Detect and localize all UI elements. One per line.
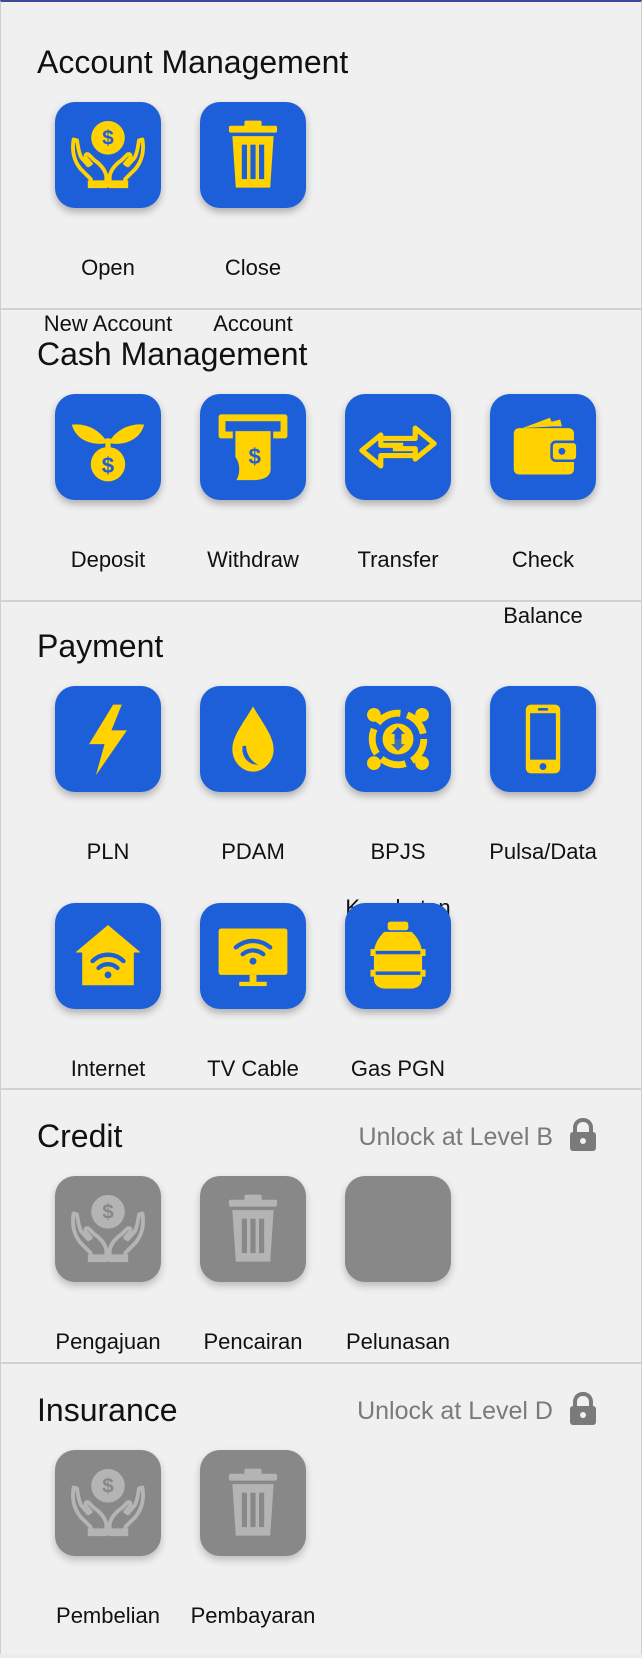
gas-pgn-button[interactable] xyxy=(345,903,451,1009)
section-title: Account Management xyxy=(37,44,349,80)
section-account-management: Account Management $ Open New Account Cl… xyxy=(1,2,641,336)
bpjs-logo-icon xyxy=(367,708,429,770)
section-credit: Credit Unlock at Level B $ Pengajuan Pen… xyxy=(1,1090,641,1362)
home-wifi-icon xyxy=(75,925,141,986)
pembelian-button[interactable]: $ xyxy=(55,1450,161,1556)
pulsa-data-button[interactable] xyxy=(490,686,596,792)
water-drop-icon xyxy=(232,706,274,772)
lock-icon xyxy=(570,1118,596,1151)
transfer-arrows-icon xyxy=(359,425,437,469)
money-hands-icon: $ xyxy=(65,1460,151,1546)
deposit-button[interactable]: $ xyxy=(55,394,161,500)
section-payment: Payment PLN PDAM BPJS Pulsa/Data Interne… xyxy=(1,602,641,1088)
close-account-button[interactable] xyxy=(200,102,306,208)
section-title: Insurance xyxy=(37,1392,178,1428)
unlock-level-text: Unlock at Level D xyxy=(357,1397,553,1425)
money-hands-icon: $ xyxy=(65,1186,151,1272)
pdam-button[interactable] xyxy=(200,686,306,792)
wallet-icon xyxy=(513,417,579,475)
pln-button[interactable] xyxy=(55,686,161,792)
open-new-account-button[interactable]: $ xyxy=(55,102,161,208)
section-title: Credit xyxy=(37,1118,123,1154)
trash-icon xyxy=(210,1460,296,1546)
section-title: Cash Management xyxy=(37,336,308,372)
section-insurance: Insurance Unlock at Level D $ Pembelian xyxy=(1,1364,641,1656)
services-panel: Account Management $ Open New Account Cl… xyxy=(0,0,642,1654)
bpjs-kesehatan-button[interactable] xyxy=(345,686,451,792)
section-title: Payment xyxy=(37,628,164,664)
tile-label: Pulsa/Data xyxy=(489,839,597,864)
money-sprout-icon: $ xyxy=(71,424,145,482)
pelunasan-button[interactable] xyxy=(345,1176,451,1282)
atm-withdraw-icon: $ xyxy=(218,414,288,483)
svg-text:$: $ xyxy=(102,453,115,478)
pencairan-button[interactable] xyxy=(200,1176,306,1282)
lightning-icon xyxy=(89,704,127,776)
trash-icon xyxy=(210,112,296,198)
transfer-button[interactable] xyxy=(345,394,451,500)
pengajuan-button[interactable]: $ xyxy=(55,1176,161,1282)
unlock-level-text: Unlock at Level B xyxy=(358,1123,553,1151)
tv-wifi-icon xyxy=(218,928,288,987)
lock-icon xyxy=(570,1392,596,1425)
check-balance-button[interactable] xyxy=(490,394,596,500)
gas-cylinder-icon xyxy=(370,921,426,989)
section-cash-management: Cash Management $ Deposit $ Withdraw Tra… xyxy=(1,310,641,628)
trash-icon xyxy=(210,1186,296,1272)
withdraw-button[interactable]: $ xyxy=(200,394,306,500)
svg-text:$: $ xyxy=(102,127,114,150)
smartphone-icon xyxy=(525,704,561,774)
pembayaran-button[interactable] xyxy=(200,1450,306,1556)
money-hands-icon: $ xyxy=(65,112,151,198)
svg-text:$: $ xyxy=(102,1475,114,1498)
internet-button[interactable] xyxy=(55,903,161,1009)
tv-cable-button[interactable] xyxy=(200,903,306,1009)
svg-text:$: $ xyxy=(249,444,262,469)
svg-text:$: $ xyxy=(102,1201,114,1224)
tile-label: Pembayaran xyxy=(190,1603,316,1628)
